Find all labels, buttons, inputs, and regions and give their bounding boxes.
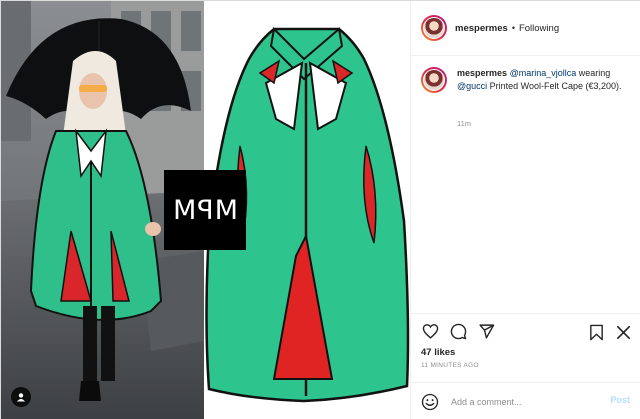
instagram-post-window: MPM mespermes • Following mespermes @mar… (0, 0, 640, 419)
comment-icon[interactable] (449, 322, 467, 340)
emoji-icon[interactable] (421, 393, 439, 411)
post-side-panel: mespermes • Following mespermes @marina_… (410, 1, 640, 419)
caption-text: mespermes @marina_vjollca wearing @gucci… (457, 67, 622, 93)
post-media[interactable]: MPM (1, 1, 410, 419)
caption-text-part: wearing (576, 68, 611, 78)
avatar[interactable] (421, 15, 447, 41)
post-comment-button[interactable]: Post (610, 395, 630, 405)
bookmark-icon[interactable] (587, 323, 605, 341)
mpm-watermark: MPM (164, 170, 246, 250)
heart-icon[interactable] (421, 322, 439, 340)
more-icon[interactable] (614, 323, 632, 341)
action-bar (411, 313, 640, 348)
follow-status-button[interactable]: Following (519, 23, 559, 34)
mention-link[interactable]: @marina_vjollca (510, 68, 577, 78)
likes-count[interactable]: 47 likes (421, 347, 455, 358)
post-header: mespermes • Following (411, 1, 640, 56)
caption-avatar[interactable] (421, 67, 447, 93)
header-username[interactable]: mespermes (455, 23, 508, 34)
comment-input[interactable] (451, 396, 601, 407)
caption-time: 11m (457, 119, 472, 128)
user-tag-icon[interactable] (11, 387, 31, 407)
follow-separator: • (511, 23, 515, 33)
caption-comment: mespermes @marina_vjollca wearing @gucci… (421, 67, 633, 93)
caption-username[interactable]: mespermes (457, 68, 507, 78)
caption-text-part: Printed Wool-Felt Cape (€3,200). (487, 81, 622, 91)
mention-link[interactable]: @gucci (457, 81, 487, 91)
add-comment-bar: Post (411, 382, 640, 419)
posted-time: 11 MINUTES AGO (421, 362, 479, 369)
share-icon[interactable] (477, 322, 495, 340)
